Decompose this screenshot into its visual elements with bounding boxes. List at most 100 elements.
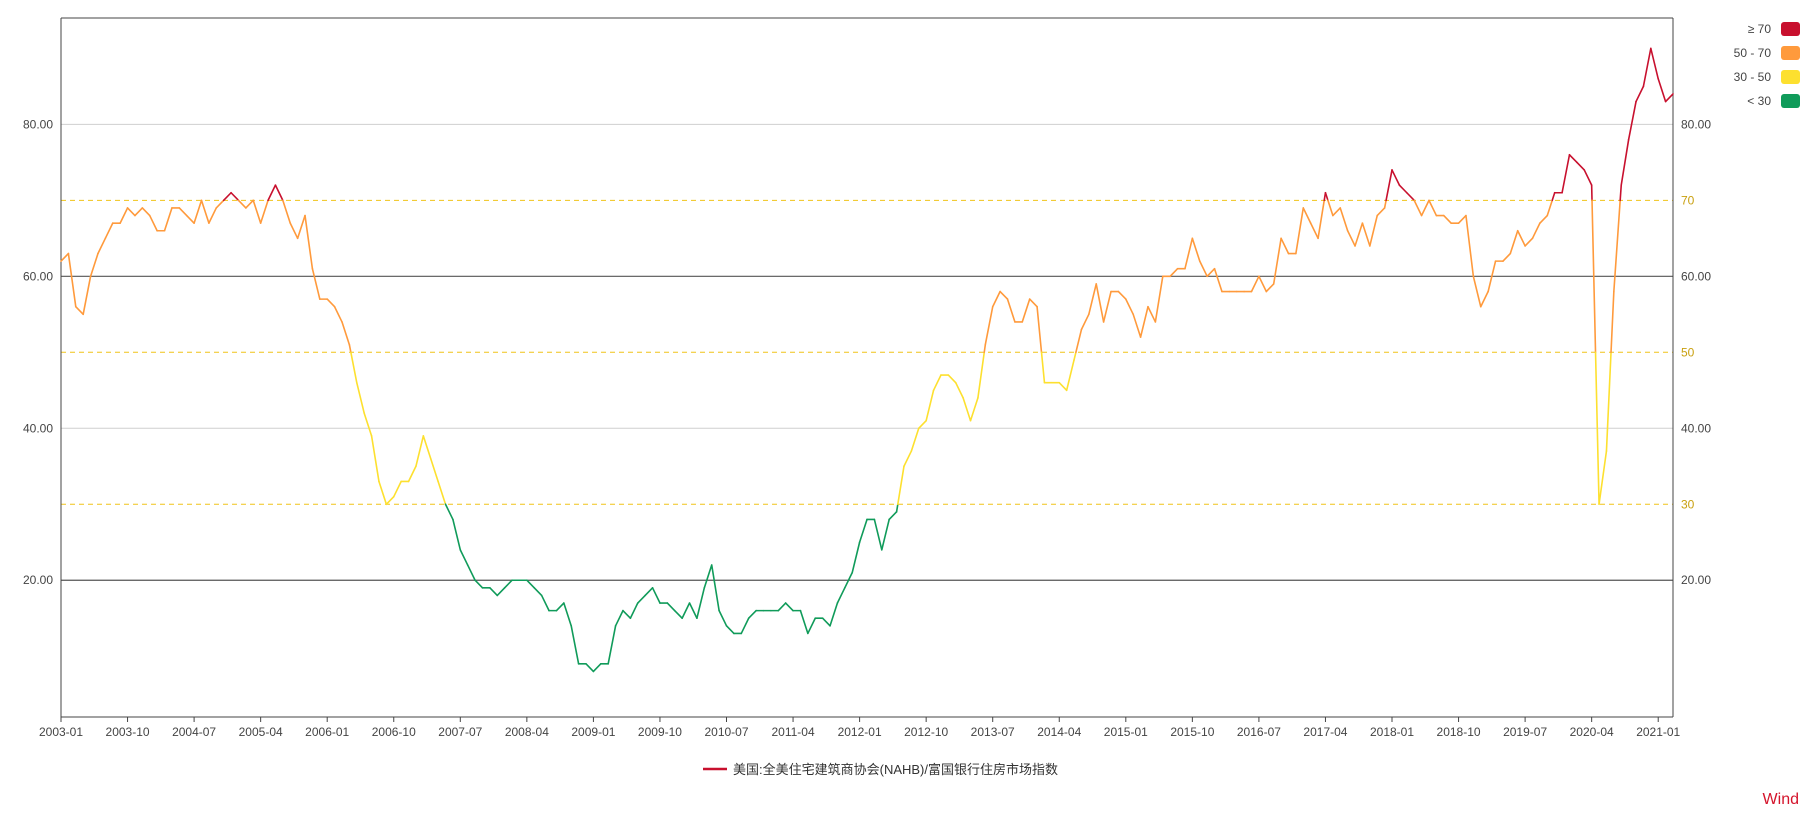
series-line-segment: [185, 214, 195, 224]
series-line-segment: [326, 298, 336, 308]
series-line-segment: [503, 579, 513, 589]
series-line-segment: [230, 191, 240, 202]
series-line-segment: [592, 663, 602, 673]
series-line-segment: [917, 419, 927, 430]
series-line-segment: [1405, 191, 1415, 202]
series-line-segment: [895, 503, 899, 513]
series-line-segment: [1420, 199, 1430, 217]
series-line-segment: [193, 199, 203, 224]
series-line-segment: [880, 518, 890, 551]
x-tick-label: 2009-01: [571, 725, 615, 739]
y-tick-label-right: 80.00: [1681, 117, 1711, 131]
series-line-segment: [1065, 359, 1075, 392]
series-line-segment: [1385, 169, 1393, 202]
series-line-segment: [1332, 207, 1342, 217]
series-line-segment: [348, 343, 352, 354]
series-line-segment: [873, 518, 883, 551]
range-legend-item[interactable]: 50 - 70: [1734, 46, 1800, 60]
x-tick-label: 2013-07: [971, 725, 1015, 739]
series-line-segment: [1295, 207, 1305, 255]
series-line-segment: [222, 191, 232, 202]
series-line-segment: [533, 587, 543, 597]
x-tick-label: 2016-07: [1237, 725, 1281, 739]
series-line-segment: [1147, 305, 1157, 323]
series-line-segment: [1561, 153, 1571, 194]
series-line-segment: [622, 609, 632, 620]
series-line-segment: [252, 199, 262, 224]
x-tick-label: 2004-07: [172, 725, 216, 739]
series-line-segment: [747, 609, 757, 620]
series-line-segment: [925, 389, 935, 422]
series-line-segment: [1088, 283, 1098, 316]
series-line-segment: [570, 625, 580, 665]
series-line-segment: [163, 207, 173, 232]
series-line-segment: [452, 518, 462, 551]
series-line-segment: [1428, 199, 1438, 217]
series-line-segment: [134, 207, 144, 217]
x-tick-label: 2020-04: [1570, 725, 1614, 739]
series-line-segment: [1139, 305, 1149, 338]
series-line-segment: [1391, 169, 1401, 186]
series-line-segment: [237, 199, 247, 209]
series-line-segment: [392, 480, 402, 498]
series-line-segment: [1546, 199, 1554, 217]
series-line-segment: [1280, 237, 1290, 255]
x-tick-label: 2015-10: [1170, 725, 1214, 739]
series-line-segment: [1265, 283, 1275, 293]
series-line-segment: [385, 495, 395, 506]
series-line-segment: [259, 199, 269, 224]
series-line-segment: [829, 602, 839, 627]
series-line-segment: [954, 381, 964, 399]
series-legend[interactable]: 美国:全美住宅建筑商协会(NAHB)/富国银行住房市场指数: [703, 762, 1058, 777]
series-line-segment: [355, 381, 365, 414]
series-line-segment: [740, 617, 750, 635]
series-line-segment: [725, 625, 735, 635]
series-line-segment: [267, 184, 277, 202]
series-line-segment: [969, 397, 979, 422]
x-tick-label: 2006-01: [305, 725, 349, 739]
series-line-segment: [1036, 305, 1043, 354]
series-line-segment: [962, 397, 972, 422]
range-legend-swatch: [1781, 94, 1800, 108]
series-line-segment: [1516, 229, 1526, 247]
series-line-segment: [1317, 199, 1326, 240]
series-line-segment: [858, 518, 868, 544]
series-line-segment: [1346, 229, 1356, 247]
reference-line-label: 30: [1681, 497, 1695, 511]
series-line-segment: [777, 602, 787, 612]
series-line-segment: [1605, 351, 1612, 452]
x-tick-label: 2021-01: [1636, 725, 1680, 739]
series-line-segment: [200, 199, 210, 224]
range-legend-label: 50 - 70: [1734, 46, 1772, 60]
y-tick-label: 60.00: [23, 269, 53, 283]
series-line-segment: [1132, 313, 1142, 338]
series-line-segment: [1650, 47, 1660, 80]
series-line-segment: [1619, 184, 1623, 202]
series-line-segment: [466, 564, 476, 582]
series-line-segment: [910, 427, 920, 452]
range-legend: ≥ 70 50 - 70 30 - 50 < 30: [1734, 22, 1800, 108]
series-line-segment: [1413, 199, 1423, 217]
x-tick-label: 2003-01: [39, 725, 83, 739]
series-line-segment: [311, 267, 321, 300]
series-line-segment: [489, 587, 499, 597]
range-legend-item[interactable]: ≥ 70: [1748, 22, 1800, 36]
series-line-segment: [104, 222, 114, 240]
series-line-segment: [1324, 191, 1329, 202]
series-line-segment: [851, 541, 861, 574]
series-line-segment: [1583, 169, 1593, 186]
series-line-segment: [666, 602, 676, 612]
range-legend-item[interactable]: < 30: [1747, 94, 1800, 108]
series-line-segment: [1073, 351, 1077, 361]
series-line-segment: [370, 435, 380, 483]
chart: 30 50 70 20.00 40.00 60.00 80.00 20.00 40.00 60…: [0, 0, 1807, 820]
x-tick-label: 2019-07: [1503, 725, 1547, 739]
series-line-segment: [1206, 267, 1216, 278]
series-line-segment: [984, 305, 994, 346]
series-line-segment: [141, 207, 151, 217]
series-line-segment: [245, 199, 255, 209]
series-line-segment: [148, 214, 158, 232]
series-line-segment: [1479, 290, 1489, 308]
range-legend-item[interactable]: 30 - 50: [1734, 70, 1800, 84]
series-line-segment: [1040, 351, 1046, 384]
